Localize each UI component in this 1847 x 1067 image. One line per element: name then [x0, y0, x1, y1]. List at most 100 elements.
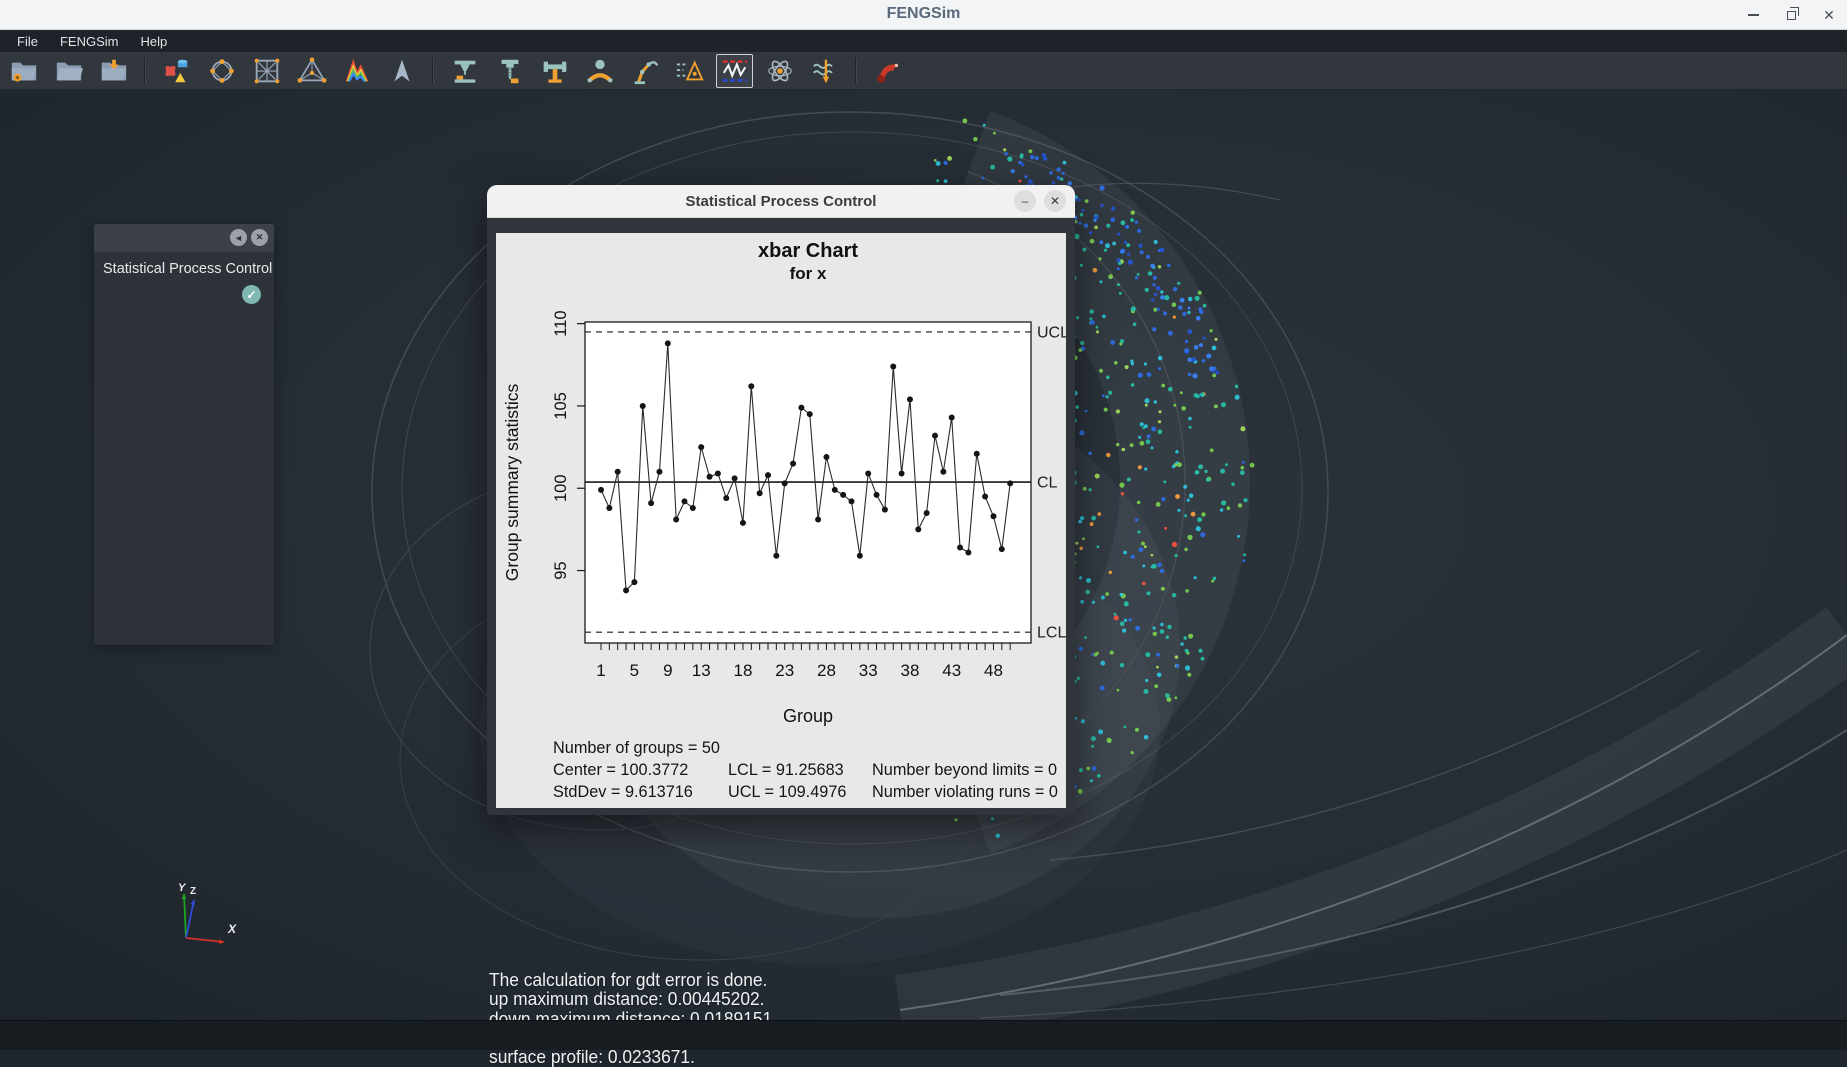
- check-icon: ✓: [246, 288, 256, 302]
- dialog-close-button[interactable]: ✕: [1044, 190, 1066, 212]
- cnc-drill-icon: [495, 56, 525, 86]
- restore-button[interactable]: [1783, 7, 1799, 23]
- stat-center: Center = 100.3772: [553, 761, 688, 779]
- folder-import-button[interactable]: [95, 54, 132, 88]
- close-button[interactable]: ✕: [1821, 7, 1837, 23]
- svg-text:110: 110: [552, 310, 570, 336]
- svg-text:13: 13: [692, 661, 711, 680]
- svg-text:95: 95: [552, 561, 570, 579]
- mesh-grid-button[interactable]: [248, 54, 285, 88]
- stat-lcl: LCL = 91.25683: [728, 761, 844, 780]
- stat-stddev: StdDev = 9.613716: [553, 783, 693, 801]
- printer-3d-icon: [450, 56, 480, 86]
- dialog-minimize-button[interactable]: –: [1014, 190, 1036, 212]
- result-spectrum-icon: [342, 56, 372, 86]
- svg-text:38: 38: [900, 661, 919, 680]
- xbar-chart-svg: 951001051101591318232833384348UCLCLLCLxb…: [496, 233, 1066, 808]
- panel-close-button[interactable]: ✕: [251, 229, 268, 246]
- svg-text:1: 1: [596, 661, 605, 680]
- printer-3d-button[interactable]: [446, 54, 483, 88]
- log-line: up maximum distance: 0.00445202.: [489, 989, 777, 1008]
- operator-button[interactable]: [581, 54, 618, 88]
- mesh-grid-icon: [252, 56, 282, 86]
- xbar-chart-panel: 951001051101591318232833384348UCLCLLCLxb…: [496, 233, 1066, 808]
- folder-new-icon: [9, 56, 39, 86]
- minimize-icon: –: [1022, 194, 1029, 208]
- svg-text:xbar Chart: xbar Chart: [758, 240, 858, 262]
- mesh-nodes-icon: [207, 56, 237, 86]
- cad-primitives-icon: [162, 56, 192, 86]
- stat-ucl: UCL = 109.4976: [728, 783, 846, 802]
- svg-text:5: 5: [630, 661, 639, 680]
- svg-text:for x: for x: [790, 264, 827, 283]
- svg-text:LCL: LCL: [1037, 625, 1066, 642]
- close-icon: ✕: [1050, 194, 1060, 208]
- stat-n-groups: Number of groups = 50: [553, 739, 720, 757]
- folder-open-icon: [54, 56, 84, 86]
- restore-icon: [1787, 11, 1796, 20]
- task-done-badge: ✓: [242, 285, 261, 304]
- status-bar: [0, 1020, 1847, 1050]
- toolbar-separator: [144, 58, 146, 84]
- folder-new-button[interactable]: [5, 54, 42, 88]
- spc-dialog-titlebar[interactable]: Statistical Process Control – ✕: [487, 185, 1075, 218]
- robot-arm-icon: [630, 56, 660, 86]
- svg-text:43: 43: [942, 661, 961, 680]
- window-controls: ✕: [1745, 0, 1837, 30]
- menu-fengsim[interactable]: FENGSim: [51, 32, 128, 51]
- weld-torch-button[interactable]: [869, 54, 906, 88]
- toolbar: [0, 52, 1847, 90]
- back-icon: ◄: [234, 233, 243, 243]
- calculation-log: The calculation for gdt error is done. u…: [489, 970, 777, 1066]
- svg-text:28: 28: [817, 661, 836, 680]
- cad-primitives-button[interactable]: [158, 54, 195, 88]
- task-item-spc[interactable]: Statistical Process Control: [103, 261, 272, 277]
- svg-text:23: 23: [775, 661, 794, 680]
- tetra-mesh-button[interactable]: [293, 54, 330, 88]
- fixture-button[interactable]: [536, 54, 573, 88]
- spc-dialog: Statistical Process Control – ✕ 95100105…: [487, 185, 1075, 815]
- fixture-icon: [540, 56, 570, 86]
- result-spectrum-button[interactable]: [338, 54, 375, 88]
- spc-chart-icon: [720, 56, 750, 86]
- gdt-measure-button[interactable]: [671, 54, 708, 88]
- axis-y-label: Y: [178, 882, 187, 894]
- folder-open-button[interactable]: [50, 54, 87, 88]
- toolbar-separator: [432, 58, 434, 84]
- task-panel: ◄ ✕ Statistical Process Control ✓: [94, 224, 274, 645]
- tetra-mesh-icon: [297, 56, 327, 86]
- physics-atom-button[interactable]: [761, 54, 798, 88]
- menu-file[interactable]: File: [8, 32, 47, 51]
- window-title: FENGSim: [0, 5, 1847, 23]
- toolbar-separator: [855, 58, 857, 84]
- probe-signal-button[interactable]: [806, 54, 843, 88]
- log-line: surface profile: 0.0233671.: [489, 1047, 777, 1066]
- svg-text:CL: CL: [1037, 475, 1058, 492]
- svg-text:18: 18: [733, 661, 752, 680]
- minimize-button[interactable]: [1745, 7, 1761, 23]
- gdt-measure-icon: [675, 56, 705, 86]
- spc-chart-button[interactable]: [716, 54, 753, 88]
- menu-help[interactable]: Help: [131, 32, 176, 51]
- axis-x-label: X: [227, 922, 237, 936]
- mesh-nodes-button[interactable]: [203, 54, 240, 88]
- robot-arm-button[interactable]: [626, 54, 663, 88]
- axis-z-label: Z: [190, 886, 196, 897]
- physics-atom-icon: [765, 56, 795, 86]
- pick-arrow-icon: [387, 56, 417, 86]
- pick-arrow-button[interactable]: [383, 54, 420, 88]
- task-panel-header: ◄ ✕: [94, 224, 274, 252]
- panel-back-button[interactable]: ◄: [230, 229, 247, 246]
- operator-icon: [585, 56, 615, 86]
- cnc-drill-button[interactable]: [491, 54, 528, 88]
- close-icon: ✕: [256, 232, 264, 243]
- close-icon: ✕: [1823, 8, 1835, 22]
- stat-beyond-limits: Number beyond limits = 0: [872, 761, 1057, 780]
- spc-dialog-title: Statistical Process Control: [487, 193, 1075, 210]
- svg-text:Group: Group: [783, 706, 833, 726]
- weld-torch-icon: [873, 56, 903, 86]
- stat-violating-runs: Number violating runs = 0: [872, 783, 1058, 802]
- svg-text:48: 48: [984, 661, 1003, 680]
- svg-text:Group summary statistics: Group summary statistics: [502, 384, 522, 582]
- window-titlebar[interactable]: FENGSim ✕: [0, 0, 1847, 30]
